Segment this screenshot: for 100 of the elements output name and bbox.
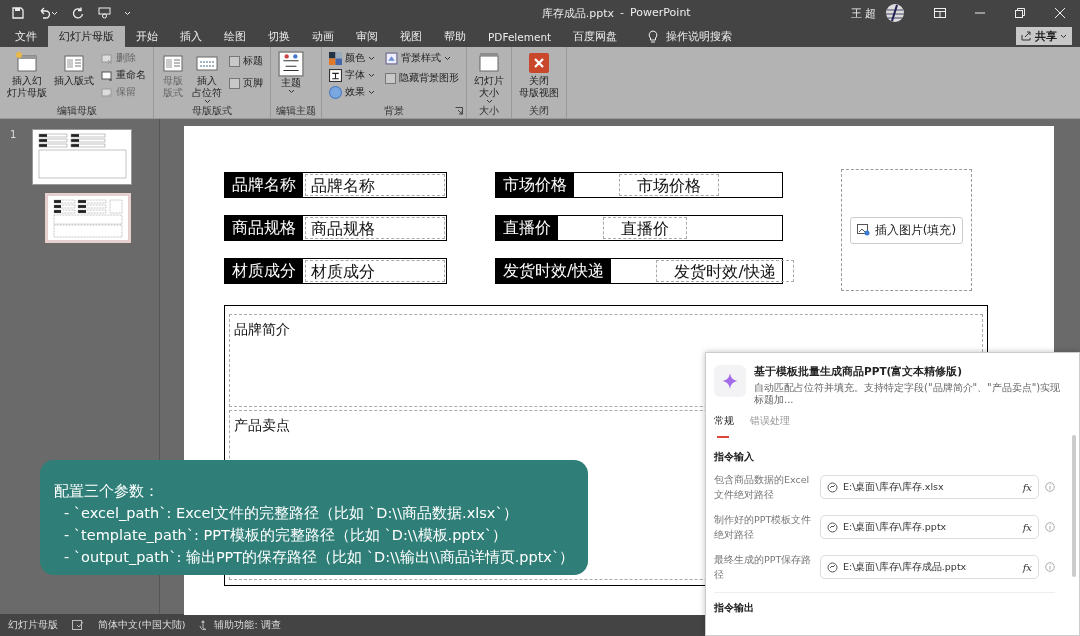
sparkle-icon [714,365,746,397]
menu-tab[interactable]: 插入 [169,26,213,47]
field-value: 商品规格 [305,217,445,239]
menu-tab[interactable]: 视图 [389,26,433,47]
spellcheck-icon[interactable] [72,620,84,630]
scrollbar[interactable] [1072,435,1076,577]
menu-tab[interactable]: 幻灯片母版 [48,26,125,47]
ribbon-button[interactable]: 插入版式 [52,49,96,104]
slide-size-icon [477,51,501,75]
field-value: E:\桌面\库存\库存.xlsx [843,480,944,494]
formula-button[interactable]: fx [1022,521,1032,533]
ribbon-button[interactable]: 效果 [327,84,377,101]
section-heading: 指令输入 [714,450,755,464]
accessibility-status[interactable]: 辅助功能: 调查 [199,618,281,632]
field-value: 材质成分 [305,260,445,282]
ribbon-checkbox[interactable]: 页脚 [227,72,265,94]
ribbon-button[interactable]: 背景样式 [383,50,461,67]
callout-title: 配置三个参数： [54,482,160,501]
redo-icon [72,7,84,19]
menu-tab[interactable]: 文件 [4,26,48,47]
field-value: E:\桌面\库存\库存成品.pptx [843,560,967,574]
menu-tab[interactable]: 绘图 [213,26,257,47]
group-label: 编辑主题 [276,104,316,118]
field-label: 品牌名称 [225,173,303,197]
menu-tab[interactable]: PDFelement [477,26,563,47]
field-label: 最终生成的PPT保存路径 [714,553,813,582]
ribbon-button[interactable]: 关闭 母版视图 [517,49,561,104]
restore-icon [1015,8,1025,18]
formula-button[interactable]: fx [1022,561,1032,573]
app-name: PowerPoint [630,5,691,21]
delete-icon [101,52,113,65]
panel-tab[interactable]: 常规 [714,414,734,438]
rename-icon [101,69,113,82]
input-field[interactable]: E:\桌面\库存\库存.pptx fx [820,515,1039,539]
field-value: 市场价格 [619,174,719,196]
slide-number: 1 [10,129,18,142]
menu-tab[interactable]: 帮助 [433,26,477,47]
ribbon-display-icon [934,8,946,18]
ribbon-button[interactable]: 字体 [327,67,377,84]
caret-icon [51,10,58,16]
avatar-icon [886,4,904,22]
ribbon-checkbox[interactable]: 标题 [227,50,265,72]
save-icon [12,7,24,19]
menu-tab[interactable]: 审阅 [345,26,389,47]
theme-icon [278,51,304,77]
insert-picture-button[interactable]: 插入图片(填充) [849,216,964,244]
minimize-icon [975,12,985,14]
tell-me-search[interactable]: 操作说明搜索 [642,26,739,47]
language-status[interactable]: 简体中文(中国大陆) [98,618,186,632]
field-value: 直播价 [603,217,687,239]
color-palette-icon [329,52,342,65]
user-name: 王 超 [850,5,876,21]
ribbon-button[interactable]: 插入 占位符 [190,49,224,104]
save-button[interactable] [10,4,26,22]
document-title: 库存成品.pptx [541,5,615,21]
section-heading: 指令输出 [714,601,755,615]
field-label: 商品规格 [225,216,303,240]
title-separator: - [620,5,625,21]
background-style-icon [385,52,398,65]
field-label: 直播价 [496,216,558,240]
lightbulb-icon [648,30,659,43]
caret-icon [1060,33,1067,39]
field-value: E:\桌面\库存\库存.pptx [843,520,947,534]
group-label: 关闭 [529,104,549,118]
share-button[interactable]: 共享 [1016,27,1072,45]
callout-line: - `template_path`: PPT模板的完整路径（比如 `D:\\模板.pptx`） [63,526,509,545]
menu-tab[interactable]: 开始 [125,26,169,47]
input-field[interactable]: E:\桌面\库存\库存.xlsx fx [820,475,1039,499]
menu-tab[interactable]: 动画 [301,26,345,47]
ribbon-button[interactable]: 重命名 [99,67,148,84]
group-label: 背景 [384,104,404,118]
group-label: 编辑母版 [56,104,97,118]
group-label: 母版版式 [192,104,232,118]
callout-line: - `output_path`: 输出PPT的保存路径（比如 `D:\\输出\\商品详情页.pptx`） [63,548,574,567]
effects-icon [329,86,342,99]
field-label: 材质成分 [225,259,303,283]
view-status[interactable]: 幻灯片母版 [8,618,58,632]
ribbon-button[interactable]: 主题 [276,49,306,104]
dialog-launcher-icon[interactable] [455,107,463,115]
touch-mode-button[interactable] [96,4,112,22]
ribbon-button[interactable]: 颜色 [327,50,377,67]
field-value: 发货时效/快递 [656,260,794,282]
ribbon-checkbox[interactable]: 隐藏背景图形 [383,67,461,89]
field-label: 制作好的PPT模板文件绝对路径 [714,513,813,542]
callout-line: - `excel_path`: Excel文件的完整路径（比如 `D:\\商品数据.xlsx`） [63,504,519,523]
menu-tab[interactable]: 切换 [257,26,301,47]
undo-icon [38,7,51,19]
field-label: 包含商品数据的Excel文件绝对路径 [714,473,811,502]
close-icon [1055,8,1065,18]
group-label: 大小 [479,104,499,118]
ribbon-button[interactable]: 插入幻 灯片母版 [5,49,49,104]
field-value: 品牌名称 [305,174,445,196]
font-icon [329,69,342,82]
menu-tab[interactable]: 百度网盘 [562,26,629,47]
caret-icon [123,10,131,16]
slide-master-icon [15,51,39,75]
panel-title: 基于模板批量生成商品PPT(富文本精修版) [754,365,964,379]
ribbon-button[interactable]: 幻灯片 大小 [472,49,506,104]
formula-button[interactable]: fx [1022,481,1032,493]
input-field[interactable]: E:\桌面\库存\库存成品.pptx fx [820,555,1039,579]
